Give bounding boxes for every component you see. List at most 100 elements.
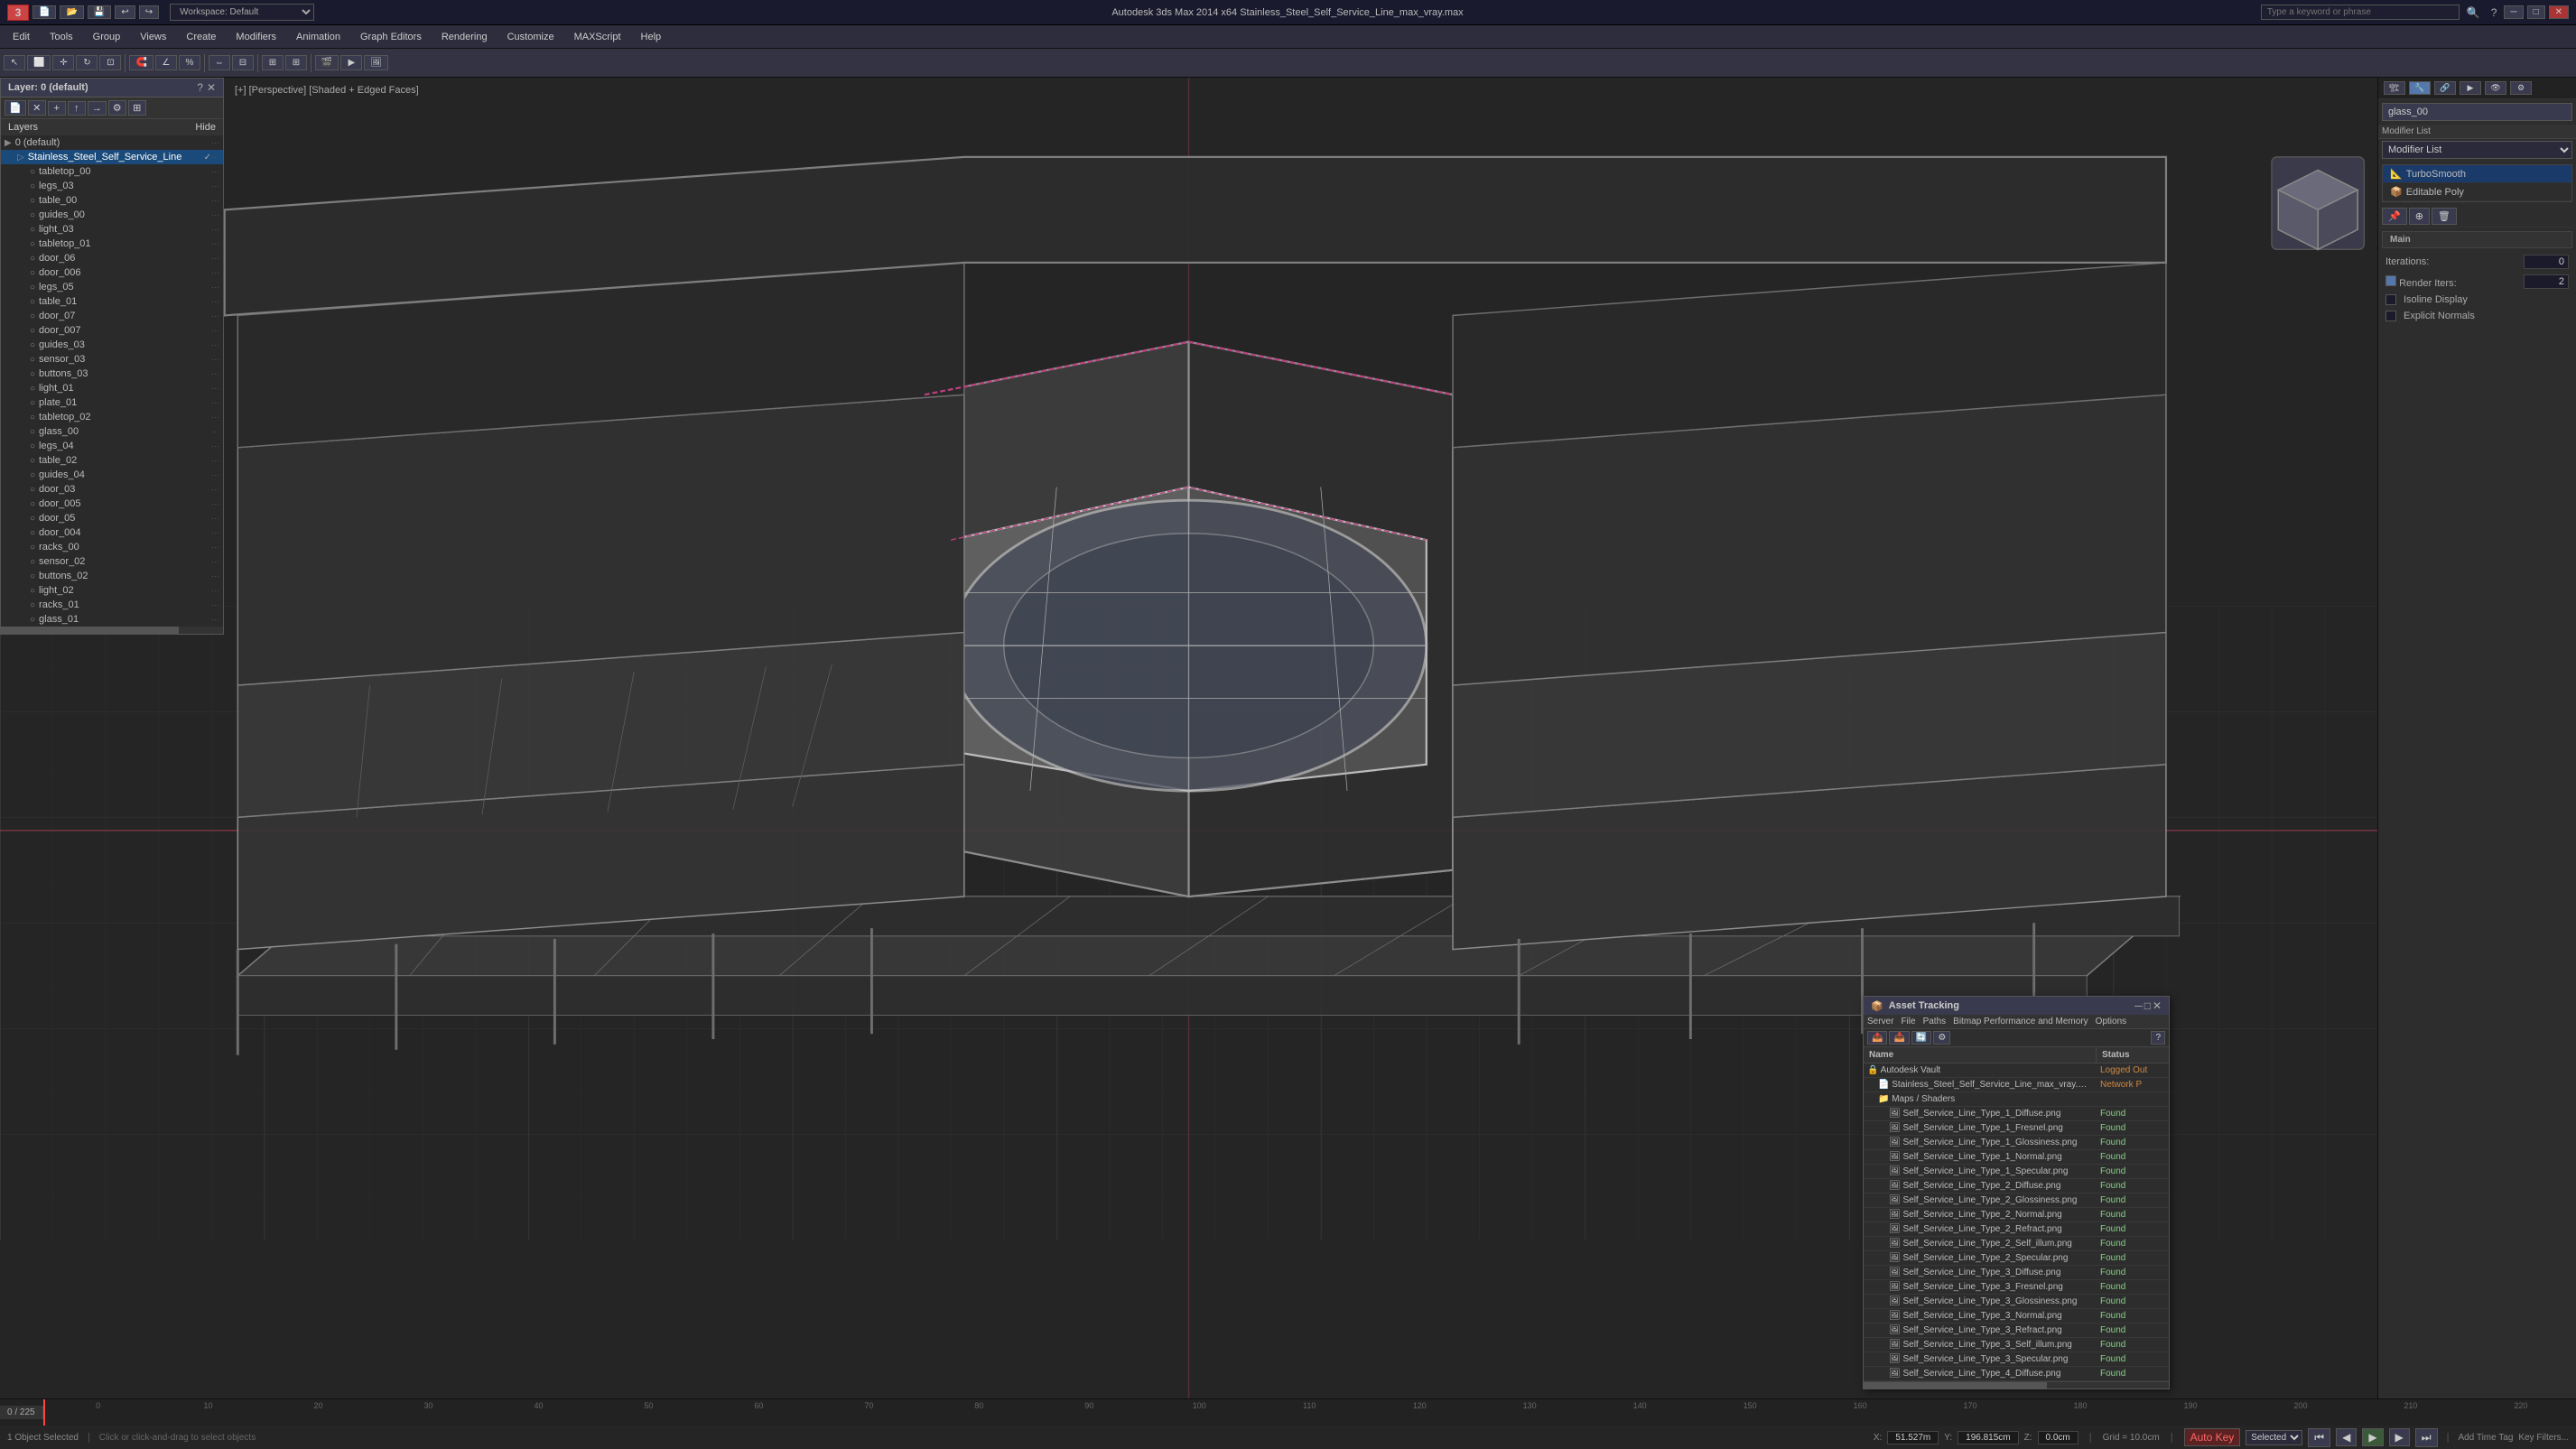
- menu-graph-editors[interactable]: Graph Editors: [351, 30, 431, 44]
- asset-row[interactable]: 🖼 Self_Service_Line_Type_1_Glossiness.pn…: [1864, 1136, 2169, 1150]
- next-frame-btn[interactable]: ⏭: [2415, 1428, 2438, 1447]
- asset-tool-4[interactable]: ⚙: [1933, 1031, 1950, 1045]
- modifier-editable-poly[interactable]: 📦 Editable Poly: [2383, 183, 2571, 201]
- asset-row[interactable]: 🖼 Self_Service_Line_Type_1_Normal.pngFou…: [1864, 1150, 2169, 1165]
- asset-row[interactable]: 📄 Stainless_Steel_Self_Service_Line_max_…: [1864, 1078, 2169, 1092]
- layer-item[interactable]: ○glass_01···: [1, 612, 223, 627]
- asset-row[interactable]: 🖼 Self_Service_Line_Type_2_Self_illum.pn…: [1864, 1237, 2169, 1251]
- object-name-field[interactable]: [2382, 103, 2572, 121]
- select-region-btn[interactable]: ⬜: [27, 55, 51, 70]
- layer-item[interactable]: ○racks_00···: [1, 540, 223, 554]
- modifier-turbosmoothh[interactable]: 📐 TurboSmooth: [2383, 165, 2571, 183]
- mirror-btn[interactable]: ⇔: [209, 55, 230, 70]
- layer-item[interactable]: ○legs_04···: [1, 439, 223, 453]
- asset-help[interactable]: ?: [2151, 1031, 2165, 1045]
- hierarchy-icon[interactable]: 🔗: [2434, 81, 2456, 95]
- asset-rows[interactable]: 🔒 Autodesk VaultLogged Out📄 Stainless_St…: [1864, 1064, 2169, 1381]
- align-btn[interactable]: ⊟: [232, 55, 254, 70]
- explicit-check[interactable]: [2385, 311, 2396, 321]
- layer-item[interactable]: ○door_05···: [1, 511, 223, 525]
- asset-row[interactable]: 🖼 Self_Service_Line_Type_3_Normal.pngFou…: [1864, 1309, 2169, 1324]
- asset-row[interactable]: 🖼 Self_Service_Line_Type_4_Diffuse.pngFo…: [1864, 1367, 2169, 1381]
- play-btn[interactable]: ▶: [2362, 1428, 2383, 1446]
- remove-modifier-btn[interactable]: 🗑: [2432, 208, 2457, 225]
- layer-item[interactable]: ○tabletop_00···: [1, 164, 223, 179]
- iterations-field[interactable]: [2524, 255, 2569, 269]
- layer-item[interactable]: ○door_007···: [1, 323, 223, 338]
- asset-maximize[interactable]: □: [2144, 999, 2151, 1012]
- layer-add-sel-btn[interactable]: +: [48, 101, 66, 116]
- render-iters-field[interactable]: [2524, 274, 2569, 289]
- asset-menu-options[interactable]: Options: [2096, 1017, 2126, 1026]
- close-btn[interactable]: ✕: [2549, 5, 2569, 19]
- next-key-btn[interactable]: ▶: [2389, 1428, 2410, 1446]
- percent-snap[interactable]: %: [179, 55, 200, 70]
- layer-list[interactable]: ▶0 (default)···▷Stainless_Steel_Self_Ser…: [1, 135, 223, 627]
- layer-sel-btn[interactable]: ↑: [68, 101, 86, 116]
- timeline-cursor[interactable]: [43, 1399, 45, 1426]
- menu-help[interactable]: Help: [632, 30, 671, 44]
- layer-item[interactable]: ○guides_00···: [1, 208, 223, 222]
- layer-item[interactable]: ▶0 (default)···: [1, 135, 223, 150]
- prev-frame-btn[interactable]: ⏮: [2308, 1428, 2330, 1447]
- menu-group[interactable]: Group: [84, 30, 130, 44]
- render-btn[interactable]: ▶: [340, 55, 362, 70]
- layer-item[interactable]: ○tabletop_02···: [1, 410, 223, 424]
- layer-move-btn[interactable]: →: [88, 101, 107, 116]
- layer-item[interactable]: ○door_06···: [1, 251, 223, 265]
- modifier-dropdown[interactable]: Modifier List: [2382, 141, 2572, 159]
- menu-modifiers[interactable]: Modifiers: [227, 30, 285, 44]
- layer-item[interactable]: ○legs_05···: [1, 280, 223, 294]
- asset-tool-2[interactable]: 📥: [1889, 1031, 1909, 1045]
- search-btn[interactable]: 🔍: [2463, 5, 2484, 21]
- schematic-btn[interactable]: ⊞: [285, 55, 307, 70]
- layer-prop-btn[interactable]: ⚙: [108, 100, 126, 116]
- layer-item[interactable]: ○legs_03···: [1, 179, 223, 193]
- layer-scrollbar-h[interactable]: [1, 627, 223, 634]
- menu-create[interactable]: Create: [177, 30, 225, 44]
- asset-row[interactable]: 📁 Maps / Shaders: [1864, 1092, 2169, 1107]
- asset-menu-server[interactable]: Server: [1867, 1017, 1893, 1026]
- timeline-track[interactable]: 0102030405060708090100110120130140150160…: [43, 1399, 2576, 1426]
- asset-scrollbar[interactable]: [1864, 1381, 2169, 1389]
- render-iters-check[interactable]: [2385, 275, 2396, 286]
- layer-item[interactable]: ○light_02···: [1, 583, 223, 598]
- new-btn[interactable]: 📄: [33, 5, 56, 19]
- asset-menu-bitmap[interactable]: Bitmap Performance and Memory: [1953, 1017, 2088, 1026]
- asset-row[interactable]: 🖼 Self_Service_Line_Type_3_Specular.pngF…: [1864, 1352, 2169, 1367]
- asset-menu-paths[interactable]: Paths: [1923, 1017, 1947, 1026]
- select-btn[interactable]: ↖: [4, 55, 25, 70]
- search-input[interactable]: [2261, 5, 2460, 20]
- modify-icon[interactable]: 🔧: [2409, 81, 2431, 95]
- layer-item[interactable]: ▷Stainless_Steel_Self_Service_Line✓···: [1, 150, 223, 164]
- autokey-btn[interactable]: Auto Key: [2184, 1428, 2241, 1446]
- layer-item[interactable]: ○table_00···: [1, 193, 223, 208]
- asset-close[interactable]: ✕: [2153, 999, 2162, 1012]
- snap-toggle[interactable]: 🧲: [129, 55, 153, 70]
- viewport-3d[interactable]: [+] [Perspective] [Shaded + Edged Faces]…: [0, 78, 2377, 1398]
- main-section[interactable]: Main: [2382, 231, 2572, 248]
- open-btn[interactable]: 📂: [60, 5, 83, 19]
- layer-item[interactable]: ○guides_04···: [1, 468, 223, 482]
- minimize-btn[interactable]: ─: [2504, 5, 2523, 19]
- layer-item[interactable]: ○light_03···: [1, 222, 223, 237]
- angle-snap[interactable]: ∠: [155, 55, 177, 70]
- asset-menu-file[interactable]: File: [1901, 1017, 1915, 1026]
- layer-item[interactable]: ○racks_01···: [1, 598, 223, 612]
- asset-row[interactable]: 🖼 Self_Service_Line_Type_3_Diffuse.pngFo…: [1864, 1266, 2169, 1280]
- layer-item[interactable]: ○door_07···: [1, 309, 223, 323]
- create-icon[interactable]: 🏗: [2384, 81, 2405, 95]
- layer-item[interactable]: ○door_03···: [1, 482, 223, 497]
- asset-row[interactable]: 🖼 Self_Service_Line_Type_2_Refract.pngFo…: [1864, 1222, 2169, 1237]
- menu-tools[interactable]: Tools: [41, 30, 82, 44]
- layer-item[interactable]: ○table_01···: [1, 294, 223, 309]
- layer-item[interactable]: ○guides_03···: [1, 338, 223, 352]
- move-btn[interactable]: ✛: [52, 55, 74, 70]
- selection-dropdown[interactable]: Selected: [2246, 1430, 2302, 1445]
- asset-row[interactable]: 🖼 Self_Service_Line_Type_2_Glossiness.pn…: [1864, 1194, 2169, 1208]
- layer-panel-close[interactable]: ✕: [207, 81, 216, 94]
- render-setup-btn[interactable]: 🎬: [315, 55, 339, 70]
- layer-item[interactable]: ○glass_00···: [1, 424, 223, 439]
- layer-item[interactable]: ○sensor_02···: [1, 554, 223, 569]
- menu-customize[interactable]: Customize: [498, 30, 563, 44]
